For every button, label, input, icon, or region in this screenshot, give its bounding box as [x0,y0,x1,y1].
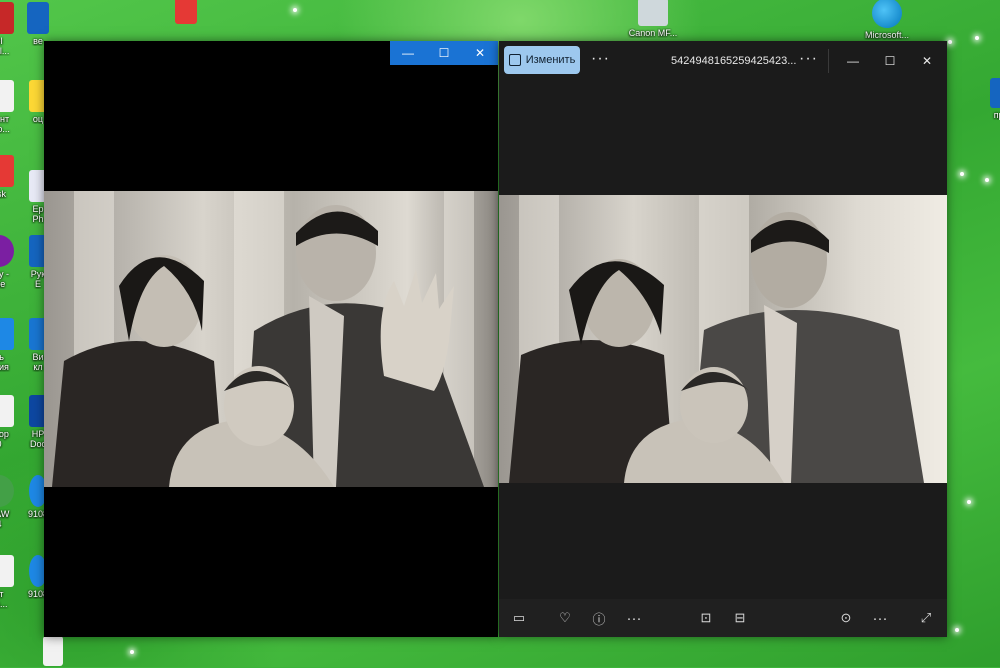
photos-toolbar: Изменить ··· 5424948165259425423... ··· … [499,41,947,81]
printer-icon [638,0,668,26]
family-photo-restored[interactable] [499,195,947,483]
favorite-icon[interactable]: ♡ [556,609,574,627]
desktop-icon[interactable] [155,0,217,26]
edit-button-label: Изменить [525,54,576,66]
maximize-button[interactable]: ☐ [426,41,462,65]
photos-app-window: Изменить ··· 5424948165259425423... ··· … [499,41,947,637]
scan-text-icon[interactable]: ⊟ [731,609,749,627]
minimize-button[interactable]: — [390,41,426,65]
file-name: 5424948165259425423... [671,55,797,67]
app-icon [0,155,14,187]
info-icon[interactable]: ⓘ [590,609,608,627]
app-icon [175,0,197,24]
sparkle-decoration [985,178,989,182]
more-icon[interactable]: ··· [625,609,643,627]
sparkle-decoration [948,40,952,44]
desktop-icon[interactable] [38,636,68,668]
desktop-icon-edge[interactable]: Microsoft... [857,0,917,40]
sparkle-decoration [130,650,134,654]
edit-icon [508,54,521,66]
desktop-icon-canon[interactable]: Canon MF... [618,0,688,38]
more-options-button[interactable]: ··· [591,50,610,68]
visual-search-icon[interactable]: ⊡ [697,609,715,627]
app-icon [0,475,14,507]
sparkle-decoration [975,36,979,40]
edit-button[interactable]: Изменить [504,46,580,74]
filmstrip-icon[interactable]: ▭ [510,609,528,627]
document-icon [0,555,14,587]
title-bar-controls: — ☐ ✕ [390,41,498,65]
photos-bottom-toolbar: ▭ ♡ ⓘ ··· ⊡ ⊟ ⊙ ··· ⤢ [499,599,947,637]
sparkle-decoration [955,628,959,632]
photo-viewer-window-left: — ☐ ✕ [44,41,498,637]
edge-icon [872,0,902,28]
app-icon [0,2,14,34]
document-icon [43,636,63,666]
fullscreen-icon[interactable]: ⤢ [917,609,935,627]
minimize-button[interactable]: — [843,51,863,71]
maximize-button[interactable]: ☐ [880,51,900,71]
desktop-icon[interactable]: ве [18,2,58,46]
family-photo-waving [44,191,498,487]
sparkle-decoration [967,500,971,504]
more-icon[interactable]: ··· [871,609,889,627]
sparkle-decoration [960,172,964,176]
close-button[interactable]: ✕ [462,41,498,65]
toolbar-divider [828,49,829,73]
desktop-icon-word[interactable]: пра... [975,78,1000,120]
word-icon [990,78,1000,108]
sparkle-decoration [293,8,297,12]
app-icon [0,235,14,267]
fit-to-window-icon[interactable]: ⊙ [837,609,855,627]
document-icon [0,395,14,427]
app-icon [27,2,49,34]
document-icon [0,80,14,112]
close-button[interactable]: ✕ [917,51,937,71]
app-icon [0,318,14,350]
more-options-button-2[interactable]: ··· [799,50,818,68]
